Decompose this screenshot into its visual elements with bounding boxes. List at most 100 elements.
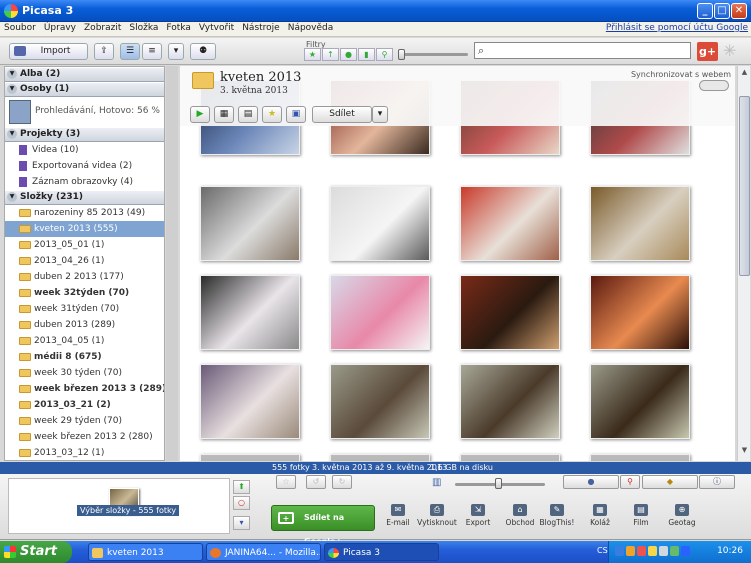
google-plus-icon[interactable]: g+ — [697, 42, 718, 61]
folder-item[interactable]: week 29 týden (70) — [5, 413, 164, 429]
geotag-button[interactable]: ⊕ Geotag — [662, 504, 702, 527]
filter-geotag-icon[interactable]: ⚲ — [376, 48, 393, 61]
tray-bluetooth-icon[interactable] — [681, 546, 690, 556]
filter-person-icon[interactable]: ● — [340, 48, 357, 61]
folder-item[interactable]: 2013_03_21 (2) — [5, 397, 164, 413]
print-button[interactable]: ⎙ Vytisknout — [417, 504, 457, 527]
photo-thumbnail[interactable] — [590, 186, 690, 261]
folder-item[interactable]: week 30 týden (70) — [5, 365, 164, 381]
people-scan-row[interactable]: Prohledávání, Hotovo: 56 % — [5, 97, 164, 127]
folder-item[interactable]: médii 8 (675) — [5, 349, 164, 365]
folder-item[interactable]: week březen 2013 2 (280) — [5, 429, 164, 445]
save-disk-icon[interactable]: ▣ — [286, 106, 306, 123]
play-slideshow-icon[interactable]: ▶ — [190, 106, 210, 123]
menu-upravy[interactable]: Úpravy — [40, 22, 80, 33]
rotate-left-icon[interactable]: ↺ — [306, 475, 326, 489]
task-firefox[interactable]: JANINA64... - Mozilla... — [206, 543, 321, 561]
share-button[interactable]: Sdílet — [312, 106, 372, 123]
scrollbar-thumb[interactable] — [739, 96, 750, 276]
folder-item[interactable]: duben 2 2013 (177) — [5, 269, 164, 285]
folders-header[interactable]: ▼ Složky (231) — [5, 190, 164, 205]
people-icon[interactable]: ● — [563, 475, 619, 489]
minimize-button[interactable]: _ — [697, 3, 713, 19]
photo-thumbnail[interactable] — [200, 186, 300, 261]
photo-thumbnail[interactable] — [590, 454, 690, 461]
people-header[interactable]: ▼ Osoby (1) — [5, 82, 164, 97]
filter-date-slider[interactable] — [398, 53, 468, 56]
scroll-up-icon[interactable]: ▲ — [739, 68, 750, 80]
tray-volume-icon[interactable] — [659, 546, 668, 556]
collage-button[interactable]: ▦ Koláž — [580, 504, 620, 527]
star-icon[interactable]: ☆ — [276, 475, 296, 489]
sync-toggle[interactable] — [699, 80, 729, 91]
photo-thumbnail[interactable] — [460, 186, 560, 261]
filter-slider-knob[interactable] — [398, 49, 405, 60]
detail-view-icon[interactable]: ≡ — [142, 43, 162, 60]
albums-header[interactable]: ▼ Alba (2) — [5, 67, 164, 82]
export-button[interactable]: ⇲ Export — [458, 504, 498, 527]
upload-icon[interactable]: ⇪ — [94, 43, 114, 60]
photo-thumbnail[interactable] — [460, 275, 560, 350]
tray-help-icon[interactable] — [615, 546, 624, 556]
info-icon[interactable]: ⓘ — [699, 475, 735, 489]
star-icon[interactable]: ★ — [262, 106, 282, 123]
project-item-videos[interactable]: Videa (10) — [5, 142, 164, 158]
task-explorer[interactable]: kveten 2013 — [88, 543, 203, 561]
project-item-exported[interactable]: Exportovaná videa (2) — [5, 158, 164, 174]
photo-thumbnail[interactable] — [330, 275, 430, 350]
filter-upload-icon[interactable]: ↑ — [322, 48, 339, 61]
photo-thumbnail[interactable] — [200, 364, 300, 439]
panel-splitter[interactable] — [166, 66, 178, 461]
folder-item[interactable]: 2013_04_05 (1) — [5, 333, 164, 349]
project-item-screencast[interactable]: Záznam obrazovky (4) — [5, 174, 164, 190]
photo-thumbnail[interactable] — [330, 364, 430, 439]
photo-thumbnail[interactable] — [330, 186, 430, 261]
thumbnail-size-knob[interactable] — [495, 478, 502, 489]
share-menu-chevron-icon[interactable]: ▾ — [372, 106, 388, 123]
photo-thumbnail[interactable] — [460, 454, 560, 461]
view-menu-chevron-icon[interactable]: ▾ — [168, 43, 184, 60]
maximize-button[interactable]: □ — [714, 3, 730, 19]
people-view-icon[interactable]: ⚉ — [190, 43, 216, 60]
menu-nastroje[interactable]: Nástroje — [238, 22, 284, 33]
menu-vytvorit[interactable]: Vytvořit — [195, 22, 238, 33]
task-picasa[interactable]: Picasa 3 — [324, 543, 439, 561]
blogthis-button[interactable]: ✎ BlogThis! — [537, 504, 577, 527]
folder-item[interactable]: kveten 2013 (555) — [5, 221, 164, 237]
list-view-icon[interactable]: ☰ — [120, 43, 140, 60]
photo-thumbnail[interactable] — [460, 364, 560, 439]
close-button[interactable]: ✕ — [731, 3, 747, 19]
search-input[interactable]: ⌕ — [474, 42, 691, 59]
rotate-right-icon[interactable]: ↻ — [332, 475, 352, 489]
folder-item[interactable]: week březen 2013 3 (289) — [5, 381, 164, 397]
language-indicator[interactable]: CS — [597, 546, 608, 555]
photo-thumbnail[interactable] — [590, 364, 690, 439]
google-signin-link[interactable]: Přihlásit se pomocí účtu Google — [606, 23, 748, 33]
projects-header[interactable]: ▼ Projekty (3) — [5, 127, 164, 142]
folder-item[interactable]: 2013_05_01 (1) — [5, 237, 164, 253]
folder-item[interactable]: 2013_04_26 (1) — [5, 253, 164, 269]
add-to-album-icon[interactable]: ▾ — [233, 516, 250, 530]
folder-item[interactable]: narozeniny 85 2013 (49) — [5, 205, 164, 221]
collage-icon[interactable]: ▦ — [214, 106, 234, 123]
tray-network-icon[interactable] — [670, 546, 679, 556]
scroll-down-icon[interactable]: ▼ — [739, 446, 750, 458]
photo-tray[interactable]: Výběr složky - 555 fotky — [8, 478, 230, 534]
filter-star-icon[interactable]: ★ — [304, 48, 321, 61]
import-button[interactable]: Import — [9, 43, 88, 60]
photo-thumbnail[interactable] — [200, 275, 300, 350]
folder-item[interactable]: 2013_03_12 (1) — [5, 445, 164, 460]
tray-pen-icon[interactable] — [626, 546, 635, 556]
menu-fotka[interactable]: Fotka — [162, 22, 194, 33]
share-google-plus-button[interactable]: + Sdílet na Google+ — [271, 505, 375, 546]
hold-pin-icon[interactable]: ⬆ — [233, 480, 250, 494]
menu-zobrazit[interactable]: Zobrazit — [80, 22, 125, 33]
places-pin-icon[interactable]: ⚲ — [620, 475, 640, 489]
tray-shield-icon[interactable] — [637, 546, 646, 556]
tray-folder-icon[interactable] — [648, 546, 657, 556]
start-button[interactable]: Start — [0, 541, 72, 563]
photo-thumbnail[interactable] — [200, 454, 300, 461]
tags-icon[interactable]: ◆ — [642, 475, 698, 489]
folder-item[interactable]: week 32týden (70) — [5, 285, 164, 301]
folder-item[interactable]: week 31týden (70) — [5, 301, 164, 317]
